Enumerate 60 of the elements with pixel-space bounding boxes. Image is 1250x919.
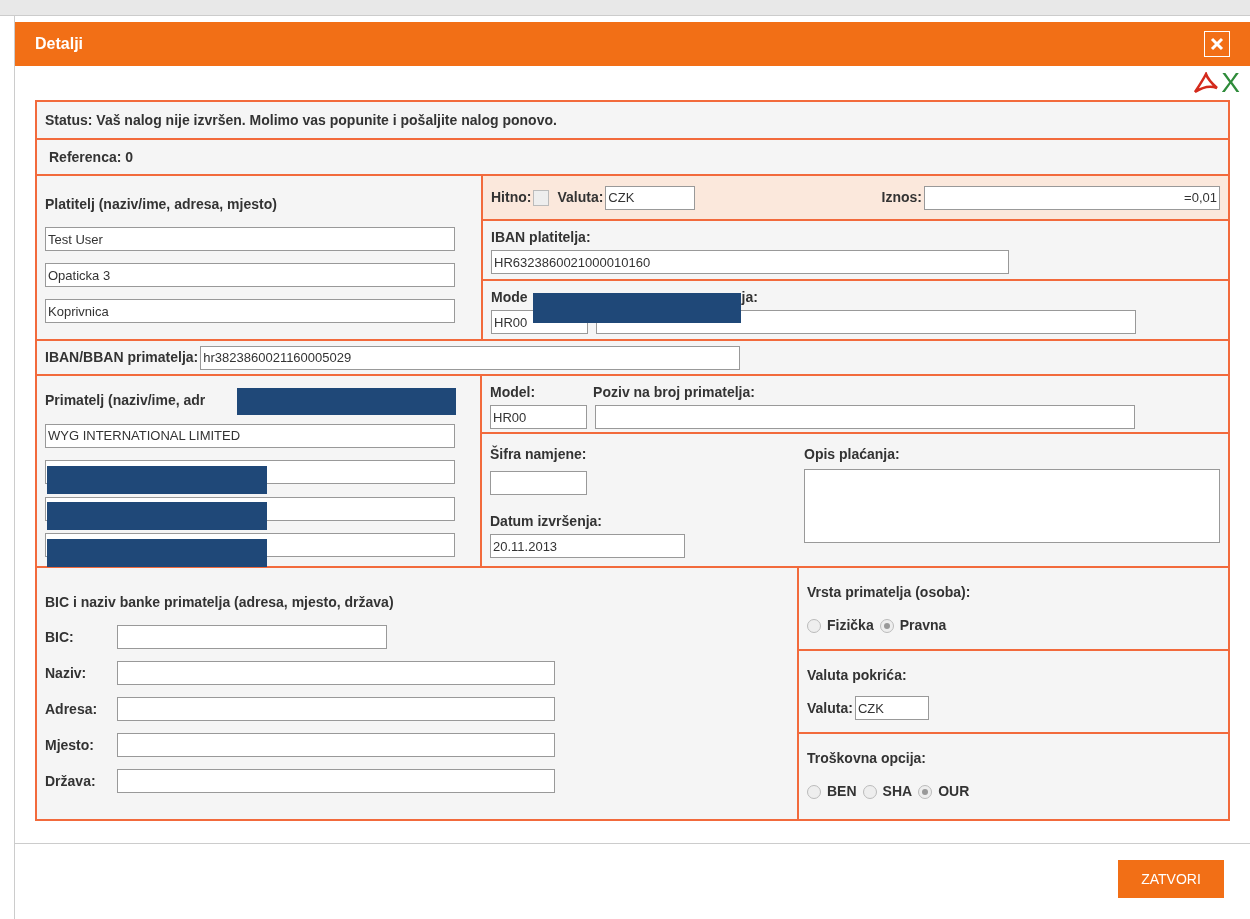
input-field[interactable]: Test User [45, 227, 455, 251]
input-field[interactable]: WYG INTERNATIONAL LIMITED [45, 423, 455, 448]
excel-export-link[interactable]: X [1221, 69, 1240, 97]
input-field[interactable] [117, 769, 555, 793]
reference-text: Referenca: 0 [49, 147, 134, 167]
input-field[interactable] [117, 733, 555, 757]
input-field[interactable]: CZK [605, 185, 696, 210]
input-field[interactable]: HR6323860021000010160 [491, 250, 1009, 274]
field-label: Valuta pokrića: [807, 666, 908, 685]
input-field[interactable]: Opaticka 3 [45, 263, 455, 287]
field-label: Mode [491, 288, 528, 307]
field-label: Iznos: [881, 188, 922, 207]
input-field[interactable] [490, 471, 587, 495]
field-label: Datum izvršenja: [490, 512, 604, 531]
status-message: Status: Vaš nalog nije izvršen. Molimo vas popunite i pošaljite nalog ponovo. [45, 110, 557, 130]
field-label: Valuta: [557, 188, 604, 207]
field-label: Primatelj (naziv/ime, adr [45, 391, 206, 410]
input-field[interactable] [595, 405, 1135, 429]
input-field[interactable] [117, 661, 555, 685]
field-label: Troškovna opcija: [807, 749, 928, 768]
field-label: Poziv na broj primatelja: [593, 383, 755, 402]
input-field[interactable] [117, 625, 387, 649]
field-label: Država: [45, 771, 97, 791]
radio-button[interactable] [807, 784, 821, 799]
field-label: Pravna [899, 616, 947, 635]
input-field[interactable]: hr3823860021160005029 [200, 345, 741, 370]
radio-button[interactable] [807, 618, 821, 633]
field-label: Šifra namjene: [490, 444, 588, 464]
radio-button[interactable] [918, 784, 933, 799]
field-label: ja: [741, 288, 758, 307]
radio-button[interactable] [862, 784, 877, 799]
field-label: SHA [882, 782, 913, 801]
input-field[interactable]: Koprivnica [45, 299, 455, 323]
field-label: BIC i naziv banke primatelja (adresa, mjesto, država) [45, 593, 395, 612]
input-field[interactable]: =0,01 [924, 185, 1220, 210]
dialog-title: Detalji [35, 34, 83, 54]
field-label: Model: [490, 383, 536, 402]
input-field[interactable]: 20.11.2013 [490, 534, 685, 558]
field-label: Fizička [827, 616, 874, 635]
pdf-icon[interactable] [1193, 72, 1220, 94]
field-label: Hitno: [491, 188, 532, 207]
radio-button[interactable] [879, 618, 894, 633]
input-field[interactable]: CZK [854, 696, 929, 720]
input-field[interactable]: HR00 [490, 405, 587, 429]
field-label: Vrsta primatelja (osoba): [807, 583, 972, 602]
field-label: Platitelj (naziv/ime, adresa, mjesto) [45, 195, 278, 214]
field-label: BEN [827, 782, 857, 801]
field-label: Valuta: [807, 698, 853, 718]
field-label: IBAN platitelja: [491, 228, 592, 247]
field-label: Naziv: [45, 663, 88, 683]
checkbox[interactable] [533, 189, 550, 206]
input-field[interactable] [117, 697, 555, 721]
field-label: Mjesto: [45, 735, 95, 755]
field-label: Adresa: [45, 699, 99, 719]
field-label: IBAN/BBAN primatelja: [45, 348, 199, 367]
field-label: BIC: [45, 627, 75, 647]
field-label: OUR [938, 782, 970, 801]
description-field[interactable] [804, 469, 1220, 543]
field-label: Opis plaćanja: [804, 445, 901, 464]
close-icon[interactable] [1204, 31, 1230, 57]
